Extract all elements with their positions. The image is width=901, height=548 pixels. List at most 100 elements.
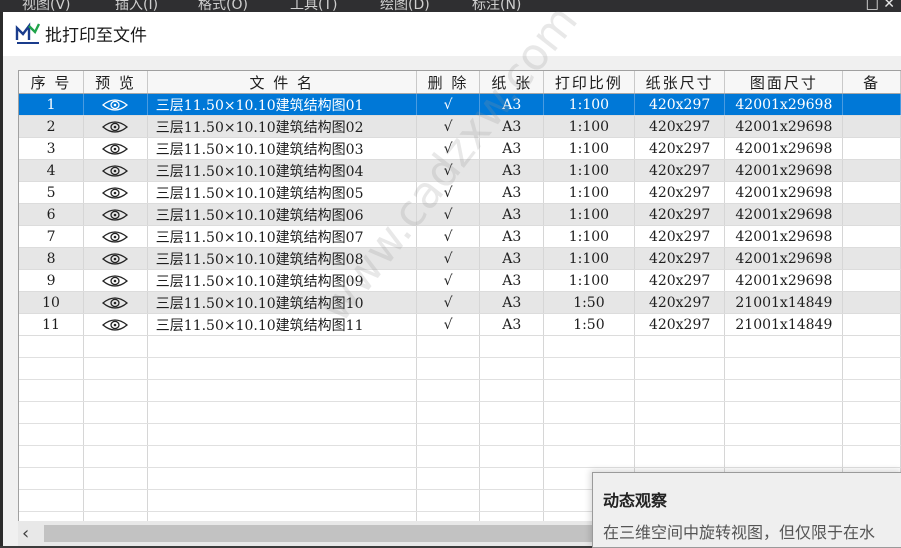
table-row[interactable]: 1 三层11.50×10.10建筑结构图01 √ A3 1:100 420x297 4200… <box>19 93 901 116</box>
empty-cell <box>147 467 417 490</box>
table-row[interactable]: 11 三层11.50×10.10建筑结构图11 √ A3 1:50 420x297 2100… <box>19 313 901 336</box>
cell-filename: 三层11.50×10.10建筑结构图11 <box>147 313 417 336</box>
cell-delete: √ <box>416 115 481 138</box>
menu-view[interactable]: 视图(V) <box>22 0 71 12</box>
cell-filename: 三层11.50×10.10建筑结构图07 <box>147 225 417 248</box>
empty-cell <box>19 379 85 402</box>
cell-preview[interactable] <box>83 247 148 270</box>
preview-eye-icon[interactable] <box>102 295 129 311</box>
cell-paper-size: 420x297 <box>634 93 726 116</box>
col-header-note[interactable]: 备 <box>842 71 901 94</box>
preview-eye-icon[interactable] <box>102 141 129 157</box>
table-row[interactable]: 5 三层11.50×10.10建筑结构图05 √ A3 1:100 420x297 4200… <box>19 181 901 204</box>
col-header-preview[interactable]: 预 览 <box>83 71 148 94</box>
empty-cell <box>842 335 901 358</box>
col-header-filename[interactable]: 文 件 名 <box>147 71 417 94</box>
preview-eye-icon[interactable] <box>102 229 129 245</box>
cell-scale: 1:100 <box>543 225 635 248</box>
empty-cell <box>479 445 545 468</box>
empty-row <box>19 423 901 446</box>
empty-cell <box>147 401 417 424</box>
col-header-scale[interactable]: 打印比例 <box>543 71 635 94</box>
cell-preview[interactable] <box>83 115 148 138</box>
table-row[interactable]: 7 三层11.50×10.10建筑结构图07 √ A3 1:100 420x297 4200… <box>19 225 901 248</box>
cell-scale: 1:50 <box>543 291 635 314</box>
cell-preview[interactable] <box>83 93 148 116</box>
col-header-no[interactable]: 序 号 <box>19 71 85 94</box>
empty-cell <box>842 445 901 468</box>
col-header-drawing-size[interactable]: 图面尺寸 <box>724 71 844 94</box>
preview-eye-icon[interactable] <box>102 251 129 267</box>
menu-insert[interactable]: 插入(I) <box>115 0 158 12</box>
cell-no: 9 <box>19 269 85 292</box>
cell-paper: A3 <box>479 247 545 270</box>
cell-delete: √ <box>416 269 481 292</box>
cell-drawing-size: 42001x29698 <box>724 269 844 292</box>
menu-format[interactable]: 格式(O) <box>198 0 248 12</box>
table-row[interactable]: 2 三层11.50×10.10建筑结构图02 √ A3 1:100 420x297 4200… <box>19 115 901 138</box>
preview-eye-icon[interactable] <box>102 207 129 223</box>
empty-cell <box>416 357 481 380</box>
menu-draw[interactable]: 绘图(D) <box>380 0 430 12</box>
empty-cell <box>416 423 481 446</box>
col-header-delete[interactable]: 删 除 <box>416 71 481 94</box>
preview-eye-icon[interactable] <box>102 119 129 135</box>
empty-cell <box>147 489 417 512</box>
scrollbar-thumb[interactable] <box>44 525 614 542</box>
empty-row <box>19 445 901 468</box>
cell-paper: A3 <box>479 269 545 292</box>
menu-bar: 视图(V) 插入(I) 格式(O) 工具(T) 绘图(D) 标注(N) □ ✕ <box>0 0 901 12</box>
cell-filename: 三层11.50×10.10建筑结构图09 <box>147 269 417 292</box>
cell-no: 11 <box>19 313 85 336</box>
preview-eye-icon[interactable] <box>102 317 129 333</box>
preview-eye-icon[interactable] <box>102 163 129 179</box>
table-row[interactable]: 3 三层11.50×10.10建筑结构图03 √ A3 1:100 420x297 4200… <box>19 137 901 160</box>
cell-no: 5 <box>19 181 85 204</box>
menu-dimension[interactable]: 标注(N) <box>472 0 521 12</box>
empty-cell <box>83 445 148 468</box>
empty-cell <box>479 401 545 424</box>
table-row[interactable]: 8 三层11.50×10.10建筑结构图08 √ A3 1:100 420x297 4200… <box>19 247 901 270</box>
empty-cell <box>83 489 148 512</box>
cell-preview[interactable] <box>83 181 148 204</box>
cell-note <box>842 203 901 226</box>
window-controls[interactable]: □ ✕ <box>866 0 895 12</box>
file-list-grid[interactable]: 序 号 预 览 文 件 名 删 除 纸 张 打印比例 纸张尺寸 图面尺寸 备 1… <box>18 70 901 533</box>
cell-preview[interactable] <box>83 203 148 226</box>
scroll-left-icon[interactable]: ‹ <box>22 523 29 544</box>
empty-cell <box>416 445 481 468</box>
table-row[interactable]: 6 三层11.50×10.10建筑结构图06 √ A3 1:100 420x297 4200… <box>19 203 901 226</box>
cell-preview[interactable] <box>83 313 148 336</box>
cell-preview[interactable] <box>83 137 148 160</box>
cell-drawing-size: 42001x29698 <box>724 159 844 182</box>
cell-note <box>842 137 901 160</box>
cell-scale: 1:50 <box>543 313 635 336</box>
preview-eye-icon[interactable] <box>102 97 129 113</box>
preview-eye-icon[interactable] <box>102 273 129 289</box>
cell-preview[interactable] <box>83 225 148 248</box>
cell-note <box>842 313 901 336</box>
empty-cell <box>147 357 417 380</box>
table-row[interactable]: 4 三层11.50×10.10建筑结构图04 √ A3 1:100 420x297 4200… <box>19 159 901 182</box>
table-row[interactable]: 10 三层11.50×10.10建筑结构图10 √ A3 1:50 420x297 2100… <box>19 291 901 314</box>
cell-preview[interactable] <box>83 291 148 314</box>
cell-preview[interactable] <box>83 159 148 182</box>
cell-paper-size: 420x297 <box>634 291 726 314</box>
col-header-paper[interactable]: 纸 张 <box>479 71 545 94</box>
menu-tools[interactable]: 工具(T) <box>290 0 337 12</box>
empty-cell <box>83 379 148 402</box>
cell-drawing-size: 21001x14849 <box>724 291 844 314</box>
cell-paper: A3 <box>479 203 545 226</box>
preview-eye-icon[interactable] <box>102 185 129 201</box>
cell-preview[interactable] <box>83 269 148 292</box>
cell-note <box>842 269 901 292</box>
table-row[interactable]: 9 三层11.50×10.10建筑结构图09 √ A3 1:100 420x297 4200… <box>19 269 901 292</box>
col-header-paper-size[interactable]: 纸张尺寸 <box>634 71 726 94</box>
empty-cell <box>147 335 417 358</box>
empty-cell <box>19 401 85 424</box>
tooltip-title: 动态观察 <box>603 491 668 510</box>
empty-cell <box>19 445 85 468</box>
app-logo-icon <box>15 22 41 44</box>
empty-cell <box>543 423 635 446</box>
cell-filename: 三层11.50×10.10建筑结构图05 <box>147 181 417 204</box>
